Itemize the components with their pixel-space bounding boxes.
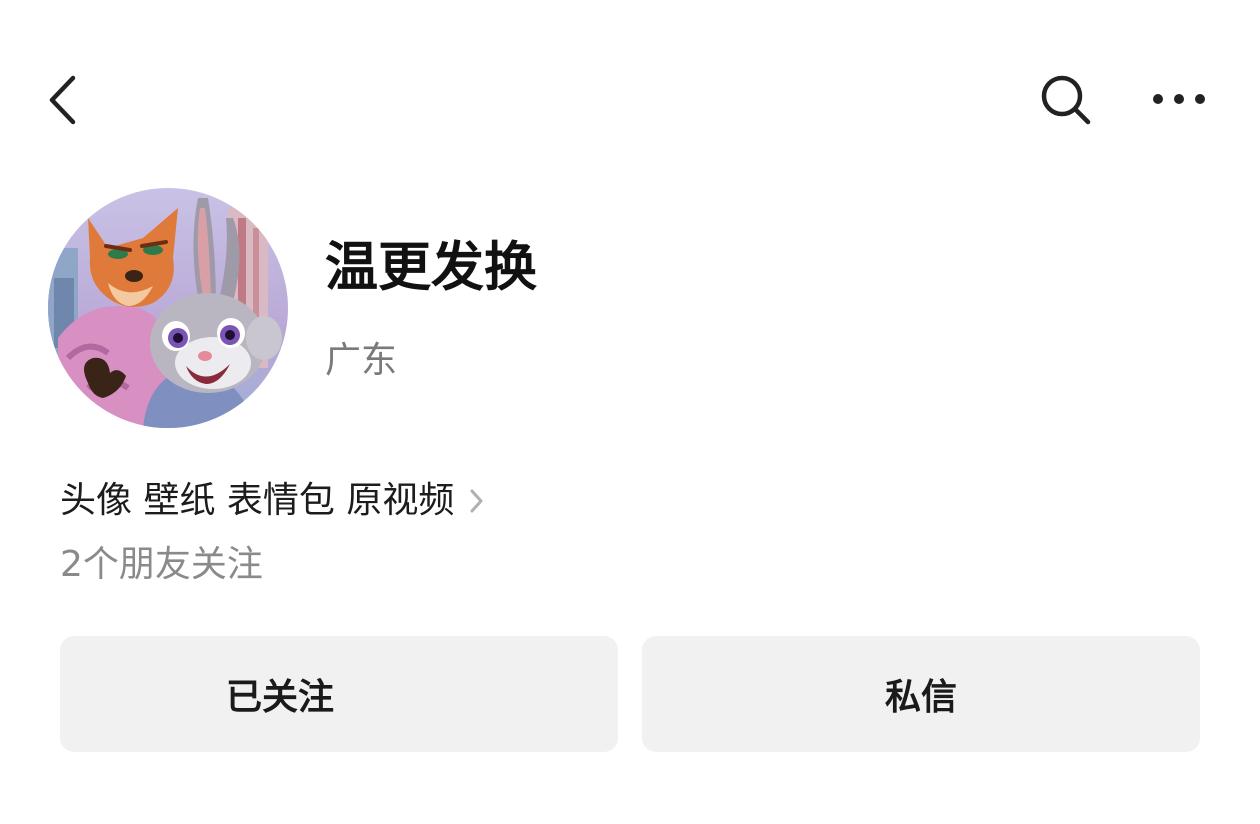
nickname: 温更发换 — [325, 237, 537, 298]
message-button-label: 私信 — [884, 677, 957, 718]
back-button[interactable] — [38, 70, 92, 130]
friends-following-count[interactable]: 2个朋友关注 — [60, 540, 263, 590]
chevron-right-icon — [468, 485, 486, 517]
region-label: 广东 — [325, 340, 398, 381]
chevron-left-icon — [49, 75, 76, 125]
more-options-button[interactable] — [1148, 76, 1210, 122]
message-button[interactable]: 私信 — [642, 636, 1200, 752]
search-button[interactable] — [1036, 70, 1096, 130]
followed-button-label: 已关注 — [225, 677, 334, 718]
bio-text: 头像 壁纸 表情包 原视频 — [60, 480, 455, 521]
followed-button[interactable]: 已关注 — [60, 636, 618, 752]
search-icon — [1041, 75, 1091, 125]
avatar[interactable] — [48, 188, 288, 428]
more-horizontal-icon — [1153, 94, 1205, 104]
zootopia-avatar — [48, 188, 288, 428]
bio-row[interactable]: 头像 壁纸 表情包 原视频 — [60, 476, 486, 526]
